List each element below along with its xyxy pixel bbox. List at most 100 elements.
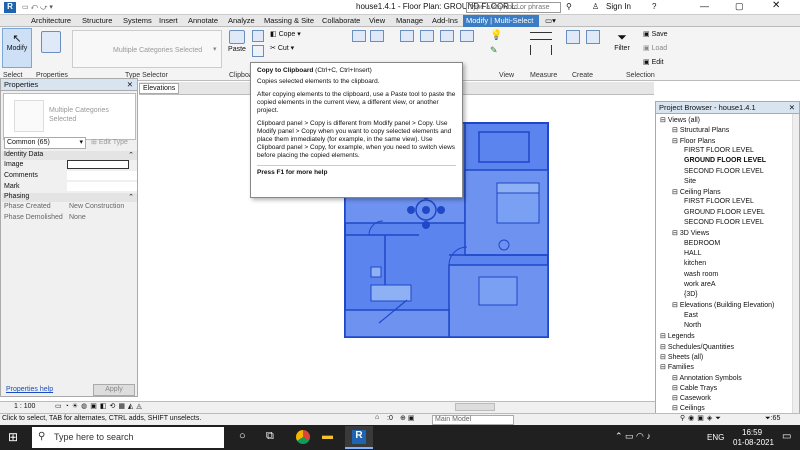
phasing-section[interactable]: Phasing ⌃ [2, 193, 137, 202]
tree-item[interactable]: wash room [684, 271, 718, 278]
filter-button[interactable]: ⏷ Filter [612, 30, 632, 52]
create-parts-icon[interactable] [586, 30, 600, 44]
notification-icon[interactable]: ▭ [782, 431, 791, 442]
tab-modify-multi-select[interactable]: Modify | Multi-Select [463, 15, 539, 27]
tree-item[interactable]: ⊟ Families [660, 363, 694, 371]
tree-item[interactable]: GROUND FLOOR LEVEL [684, 157, 766, 164]
status-icons[interactable]: ⊕▣ [400, 414, 416, 422]
tree-item[interactable]: work areA [684, 281, 716, 288]
tab-annotate[interactable]: Annotate [185, 15, 221, 27]
worksharing-icon[interactable]: ⌂ [375, 414, 379, 421]
tab-architecture[interactable]: Architecture [28, 15, 74, 27]
modify-button[interactable]: ↖ Modify [2, 28, 32, 68]
tree-item[interactable]: ⊟ Sheets (all) [660, 353, 703, 361]
binoculars-icon[interactable]: ⚲ [566, 2, 572, 11]
file-explorer-icon[interactable]: ▬ [322, 430, 333, 442]
language-indicator[interactable]: ENG [707, 433, 724, 442]
mark-field[interactable] [67, 182, 137, 191]
tree-item[interactable]: ⊟ Views (all) [660, 116, 700, 124]
tab-massing-site[interactable]: Massing & Site [261, 15, 317, 27]
expand-icon[interactable]: ⊟ [660, 117, 668, 124]
align-icon[interactable] [352, 30, 366, 42]
tree-item[interactable]: SECOND FLOOR LEVEL [684, 219, 764, 226]
measure-icon[interactable] [530, 32, 552, 40]
tree-item[interactable]: ⊟ Floor Plans [672, 137, 715, 145]
horizontal-scrollbar[interactable] [455, 403, 495, 411]
task-view-icon[interactable]: ⧉ [266, 430, 274, 443]
tree-item[interactable]: ⊟ Structural Plans [672, 126, 729, 134]
save-selection-button[interactable]: ▣ Save [643, 30, 668, 38]
view-control-icons[interactable]: ▭◔☀◍▣◧⟲▦◭◬ [55, 402, 145, 410]
phase-created-value[interactable]: New Construction [69, 203, 124, 210]
tree-item[interactable]: {3D} [684, 291, 698, 298]
tree-item[interactable]: ⊟ Cable Trays [672, 384, 717, 392]
dimension-icon[interactable] [530, 45, 552, 55]
close-button[interactable]: ✕ [772, 0, 780, 11]
selection-options-icons[interactable]: ⚲◉▣◈⏷ [680, 414, 724, 423]
tree-item[interactable]: ⊟ Annotation Symbols [672, 374, 742, 382]
tree-item[interactable]: ⊟ Schedules/Quantities [660, 343, 734, 351]
tab-manage[interactable]: Manage [393, 15, 426, 27]
revit-logo-icon[interactable]: R [4, 2, 16, 13]
tree-item[interactable]: ⊟ Ceilings [672, 404, 705, 412]
filter-count-icon[interactable]: ⏷:65 [765, 415, 780, 423]
tab-analyze[interactable]: Analyze [225, 15, 258, 27]
cortana-icon[interactable]: ○ [239, 430, 246, 442]
view-tab-elevations[interactable]: Elevations [139, 83, 180, 94]
help-search-input[interactable]: Type a keyword or phrase [466, 2, 561, 13]
cope-button[interactable]: ◧ Cope ▾ [270, 30, 301, 38]
category-filter-select[interactable]: Common (65) ▾ [4, 137, 86, 149]
identity-data-section[interactable]: Identity Data ⌃ [2, 151, 137, 160]
create-assembly-icon[interactable] [566, 30, 580, 44]
tree-item[interactable]: Site [684, 178, 696, 185]
expand-icon[interactable]: ⊟ [672, 127, 680, 134]
tree-item[interactable]: ⊟ Ceiling Plans [672, 188, 721, 196]
trim-icon[interactable] [460, 30, 474, 42]
load-selection-button[interactable]: ▣ Load [643, 44, 667, 52]
clock-time[interactable]: 16:59 [742, 428, 762, 437]
chevron-down-icon[interactable]: ▾ [213, 45, 217, 53]
help-icon[interactable]: ? [652, 2, 656, 11]
tree-item[interactable]: FIRST FLOOR LEVEL [684, 147, 754, 154]
expand-icon[interactable]: ⊟ [672, 230, 680, 237]
tab-structure[interactable]: Structure [79, 15, 115, 27]
expand-icon[interactable]: ⊟ [660, 344, 668, 351]
tree-item[interactable]: SECOND FLOOR LEVEL [684, 168, 764, 175]
tree-item[interactable]: ⊟ Elevations (Building Elevation) [672, 301, 774, 309]
comments-field[interactable] [67, 171, 137, 180]
properties-help-link[interactable]: Properties help [6, 386, 53, 393]
expand-icon[interactable]: ⊟ [672, 385, 680, 392]
system-tray-icons[interactable]: ⌃ ▭ ◠ ♪ [615, 431, 651, 442]
properties-button[interactable] [38, 31, 64, 55]
tab-insert[interactable]: Insert [156, 15, 181, 27]
maximize-button[interactable]: ▢ [735, 1, 744, 12]
windows-start-icon[interactable]: ⊞ [8, 430, 18, 444]
paste-button[interactable]: Paste [226, 30, 248, 53]
tree-item[interactable]: kitchen [684, 260, 706, 267]
tree-item[interactable]: ⊟ 3D Views [672, 229, 709, 237]
design-option-select[interactable]: Main Model [432, 415, 514, 425]
close-icon[interactable]: ✕ [789, 102, 795, 113]
expand-icon[interactable]: ⊟ [672, 189, 680, 196]
expand-icon[interactable]: ⊟ [672, 395, 680, 402]
lightbulb-icon[interactable]: 💡 [490, 30, 502, 41]
match-type-icon[interactable] [252, 45, 264, 57]
user-icon[interactable]: ♙ [592, 2, 599, 11]
apply-button[interactable]: Apply [93, 384, 135, 396]
move-icon[interactable] [400, 30, 414, 42]
hide-icon[interactable]: ✎ [490, 45, 498, 56]
expand-icon[interactable]: ⊟ [672, 302, 680, 309]
type-selector[interactable]: Multiple Categories Selected [72, 30, 222, 68]
clock-date[interactable]: 01-08-2021 [733, 438, 774, 447]
expand-icon[interactable]: ⊟ [660, 364, 668, 371]
revit-taskbar-button[interactable]: R [345, 426, 373, 449]
tab-view[interactable]: View [366, 15, 388, 27]
expand-icon[interactable]: ⊟ [660, 354, 668, 361]
chrome-icon[interactable] [296, 430, 310, 444]
tree-item[interactable]: ⊟ Casework [672, 394, 711, 402]
ribbon-options-icon[interactable]: ▭▾ [542, 15, 559, 27]
copy-modify-icon[interactable] [420, 30, 434, 42]
edit-selection-button[interactable]: ▣ Edit [643, 58, 664, 66]
rotate-icon[interactable] [440, 30, 454, 42]
close-icon[interactable]: ✕ [127, 79, 133, 90]
